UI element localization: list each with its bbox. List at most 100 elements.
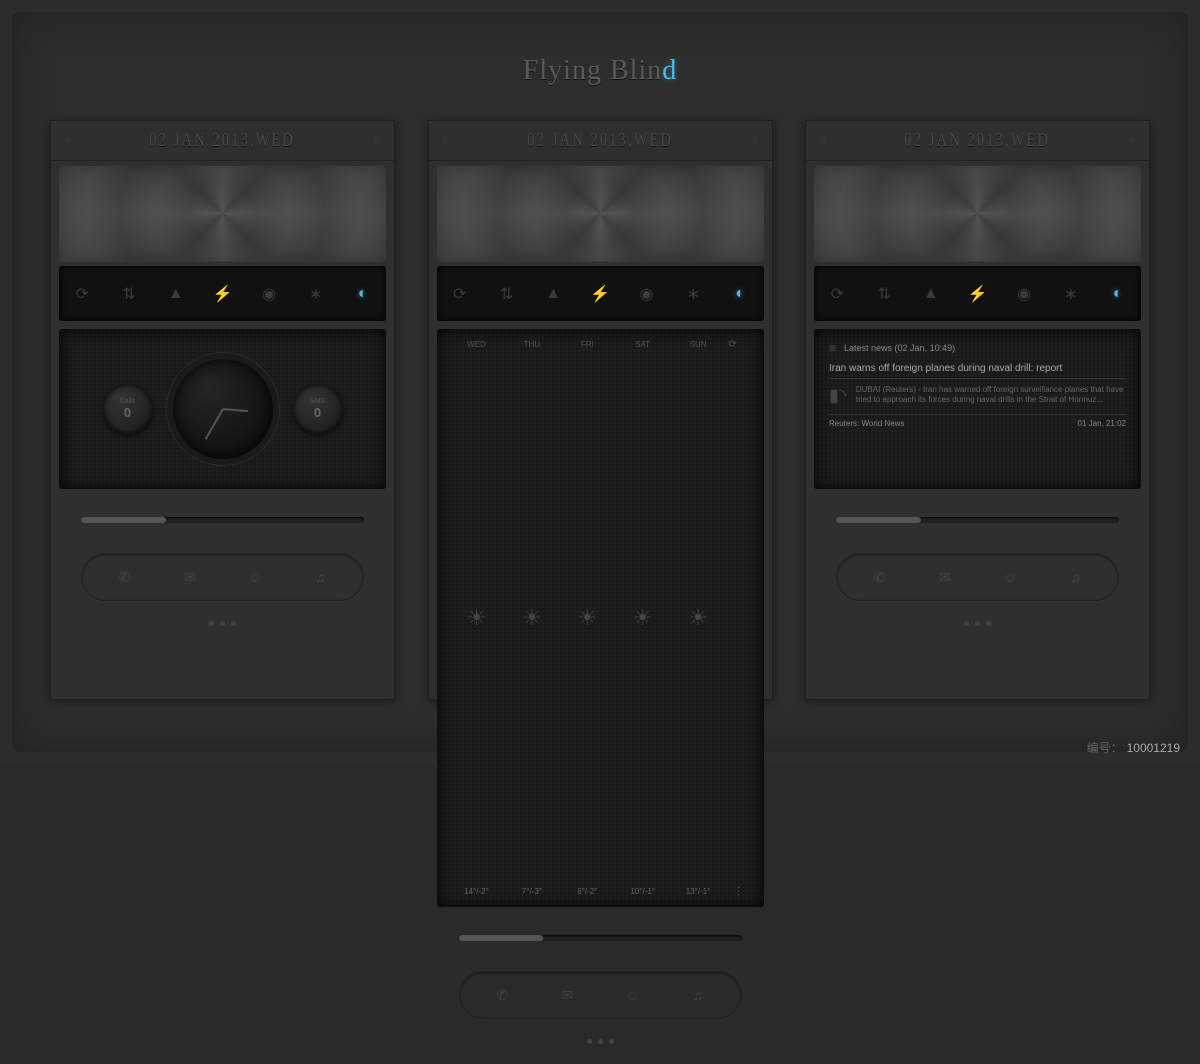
contacts-button[interactable]: ☺ xyxy=(230,560,280,594)
crown-icon: ♔ xyxy=(818,135,827,146)
page-dot[interactable] xyxy=(587,1039,592,1044)
date-text: 02 JAN 2013,WED xyxy=(527,130,673,152)
music-button[interactable]: ♫ xyxy=(295,560,345,594)
mail-button[interactable]: ✉ xyxy=(920,560,970,594)
forecast-temp: 7°/-3° xyxy=(507,887,557,896)
sun-icon: ☀ xyxy=(673,605,723,631)
news-body: DUBAI (Reuters) - Iran has warned off fo… xyxy=(856,385,1126,406)
rss-icon: ▮◝ xyxy=(829,385,846,406)
date-text: 02 JAN 2013,WED xyxy=(150,130,296,152)
progress-fill xyxy=(459,935,544,941)
data-icon[interactable]: ⇅ xyxy=(113,284,145,304)
page-dot[interactable] xyxy=(975,621,980,626)
sun-icon: ☀ xyxy=(507,605,557,631)
brightness-icon[interactable]: ◐ xyxy=(1102,285,1134,303)
pager xyxy=(81,621,364,626)
page-dot[interactable] xyxy=(598,1039,603,1044)
clock-widget-area: Calls 0 SMS 0 xyxy=(59,329,386,489)
sync-icon[interactable]: ⟳ xyxy=(444,284,476,304)
contacts-button[interactable]: ☺ xyxy=(985,560,1035,594)
bluetooth-icon[interactable]: ∗ xyxy=(300,284,332,304)
bluetooth-icon[interactable]: ∗ xyxy=(1055,284,1087,304)
progress-bar[interactable] xyxy=(836,517,1119,523)
sync-icon[interactable]: ⟳ xyxy=(66,284,98,304)
calls-label: Calls xyxy=(120,398,136,405)
news-time: 01 Jan, 21:02 xyxy=(1078,419,1126,428)
phone-button[interactable]: ✆ xyxy=(477,978,527,1012)
forecast-day: FRI xyxy=(562,340,612,349)
dock: ✆ ✉ ☺ ♫ xyxy=(459,971,742,1019)
panel-news: ♔ 02 JAN 2013,WED ♔ ⟳ ⇅ ▲ ⚡ ◉ ∗ ◐ ≡ Late… xyxy=(805,120,1150,700)
charge-icon[interactable]: ⚡ xyxy=(584,284,616,304)
date-text: 02 JAN 2013,WED xyxy=(905,130,1051,152)
brightness-icon[interactable]: ◐ xyxy=(347,285,379,303)
music-button[interactable]: ♫ xyxy=(1050,560,1100,594)
crown-icon: ♔ xyxy=(441,135,450,146)
crown-icon: ♔ xyxy=(373,135,382,146)
gps-icon[interactable]: ◉ xyxy=(631,284,663,304)
mail-button[interactable]: ✉ xyxy=(165,560,215,594)
crown-icon: ♔ xyxy=(63,135,72,146)
news-widget[interactable]: ≡ Latest news (02 Jan, 10:49) Iran warns… xyxy=(814,329,1141,489)
crown-icon: ♔ xyxy=(1128,135,1137,146)
contacts-button[interactable]: ☺ xyxy=(608,978,658,1012)
footer-value: 10001219 xyxy=(1127,741,1180,755)
sun-icon: ☀ xyxy=(618,605,668,631)
music-button[interactable]: ♫ xyxy=(673,978,723,1012)
news-headline: Iran warns off foreign planes during nav… xyxy=(829,363,1126,379)
sun-icon: ☀ xyxy=(452,605,502,631)
brushed-panel xyxy=(437,166,764,261)
data-icon[interactable]: ⇅ xyxy=(868,284,900,304)
news-source: Reuters: World News xyxy=(829,419,904,428)
page-dot[interactable] xyxy=(609,1039,614,1044)
data-icon[interactable]: ⇅ xyxy=(491,284,523,304)
app-title: Flying Blind xyxy=(0,55,1200,87)
wifi-icon[interactable]: ▲ xyxy=(537,285,569,303)
news-latest: Latest news (02 Jan, 10:49) xyxy=(844,343,955,353)
sun-icon: ☀ xyxy=(562,605,612,631)
brushed-panel xyxy=(814,166,1141,261)
wifi-icon[interactable]: ▲ xyxy=(160,285,192,303)
crown-icon: ♔ xyxy=(751,135,760,146)
minute-hand xyxy=(204,409,223,440)
mail-button[interactable]: ✉ xyxy=(542,978,592,1012)
brushed-panel xyxy=(59,166,386,261)
forecast-temp: 6°/-2° xyxy=(562,887,612,896)
charge-icon[interactable]: ⚡ xyxy=(961,284,993,304)
calls-value: 0 xyxy=(124,405,131,420)
title-main: Flying Blin xyxy=(523,55,662,86)
page-dot[interactable] xyxy=(220,621,225,626)
panel-clock: ♔ 02 JAN 2013,WED ♔ ⟳ ⇅ ▲ ⚡ ◉ ∗ ◐ Calls … xyxy=(50,120,395,700)
brightness-icon[interactable]: ◐ xyxy=(724,285,756,303)
menu-icon[interactable]: ≡ xyxy=(829,341,836,355)
gps-icon[interactable]: ◉ xyxy=(1008,284,1040,304)
analog-clock[interactable] xyxy=(173,359,273,459)
bluetooth-icon[interactable]: ∗ xyxy=(677,284,709,304)
calls-badge[interactable]: Calls 0 xyxy=(103,384,153,434)
charge-icon[interactable]: ⚡ xyxy=(206,284,238,304)
page-dot[interactable] xyxy=(231,621,236,626)
progress-bar[interactable] xyxy=(459,935,742,941)
progress-bar[interactable] xyxy=(81,517,364,523)
forecast-temp: 10°/-1° xyxy=(618,887,668,896)
more-icon[interactable]: ⋮ xyxy=(728,886,748,897)
sms-badge[interactable]: SMS 0 xyxy=(293,384,343,434)
page-dot[interactable] xyxy=(986,621,991,626)
hour-hand xyxy=(222,408,247,412)
toggle-row: ⟳ ⇅ ▲ ⚡ ◉ ∗ ◐ xyxy=(59,266,386,321)
page-dot[interactable] xyxy=(209,621,214,626)
page-dot[interactable] xyxy=(964,621,969,626)
dock: ✆ ✉ ☺ ♫ xyxy=(81,553,364,601)
refresh-icon[interactable]: ⟳ xyxy=(728,339,748,350)
forecast-temp: 14°/-2° xyxy=(452,887,502,896)
forecast-widget: WED THU FRI SAT SUN ⟳ ☀ ☀ ☀ ☀ ☀ 14°/-2° … xyxy=(437,329,764,907)
sync-icon[interactable]: ⟳ xyxy=(821,284,853,304)
phone-button[interactable]: ✆ xyxy=(100,560,150,594)
panel-weather: ♔ 02 JAN 2013,WED ♔ ⟳ ⇅ ▲ ⚡ ◉ ∗ ◐ WED TH… xyxy=(428,120,773,700)
toggle-row: ⟳ ⇅ ▲ ⚡ ◉ ∗ ◐ xyxy=(814,266,1141,321)
forecast-day: SAT xyxy=(618,340,668,349)
wifi-icon[interactable]: ▲ xyxy=(915,285,947,303)
gps-icon[interactable]: ◉ xyxy=(253,284,285,304)
phone-button[interactable]: ✆ xyxy=(855,560,905,594)
footer-label: 编号： xyxy=(1087,741,1123,755)
